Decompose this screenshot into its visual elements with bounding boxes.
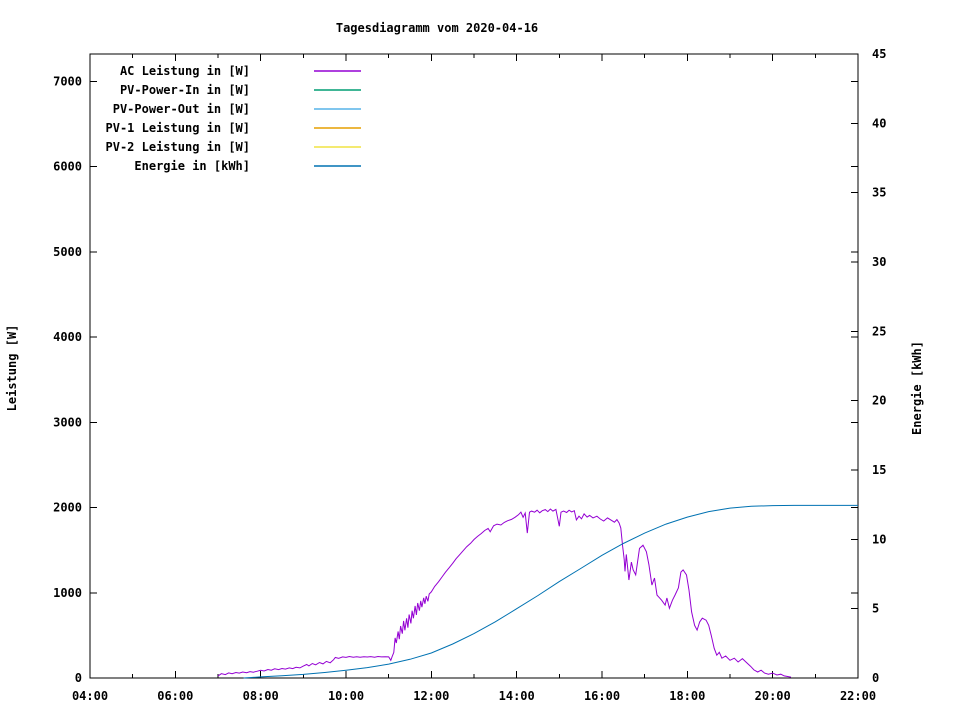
x-tick-label: 04:00 [72,689,108,703]
plot-render: 04:00 06:00 08:00 10:00 12:00 14:00 16:00 18:00… [53,47,886,703]
x-tick-label: 20:00 [755,689,791,703]
y-tick-label: 1000 [53,586,82,600]
y2-tick-label: 20 [872,394,886,408]
y2-tick-label: 15 [872,463,886,477]
legend-label: PV-2 Leistung in [W] [106,140,251,154]
y-tick-label: 3000 [53,415,82,429]
y-tick-label: 2000 [53,501,82,515]
y-tick-label: 7000 [53,74,82,88]
y-tick-label: 4000 [53,330,82,344]
series-line-energie-in-kwh [243,504,858,679]
legend-label: PV-Power-Out in [W] [113,102,250,116]
y2-axis-label: Energie [kWh] [910,341,924,435]
legend-label: PV-1 Leistung in [W] [106,121,251,135]
y2-tick-label: 30 [872,255,886,269]
y2-tick-label: 10 [872,532,886,546]
x-tick-label: 12:00 [413,689,449,703]
legend-label: Energie in [kWh] [134,159,250,173]
y2-tick-label: 40 [872,116,886,130]
legend-label: PV-Power-In in [W] [120,83,250,97]
y-tick-label: 6000 [53,160,82,174]
x-tick-label: 14:00 [499,689,535,703]
chart: Tagesdiagramm vom 2020-04-16 Leistung [W… [0,0,960,720]
plot-svg: Leistung [W] Energie [kWh] 04:00 06:00 08:… [5,47,924,703]
x-tick-label: 08:00 [243,689,279,703]
legend-label: AC Leistung in [W] [120,64,250,78]
x-tick-label: 06:00 [157,689,193,703]
x-tick-label: 10:00 [328,689,364,703]
y2-tick-label: 45 [872,47,886,61]
series-line-ac-leistung-in-w [217,508,792,678]
y-axis-label: Leistung [W] [5,325,19,412]
y-tick-label: 0 [75,671,82,685]
y2-tick-label: 25 [872,324,886,338]
x-tick-label: 16:00 [584,689,620,703]
x-tick-label: 22:00 [840,689,876,703]
y2-tick-label: 35 [872,186,886,200]
y2-tick-label: 0 [872,671,879,685]
x-tick-label: 18:00 [669,689,705,703]
y2-tick-label: 5 [872,602,879,616]
y-tick-label: 5000 [53,245,82,259]
